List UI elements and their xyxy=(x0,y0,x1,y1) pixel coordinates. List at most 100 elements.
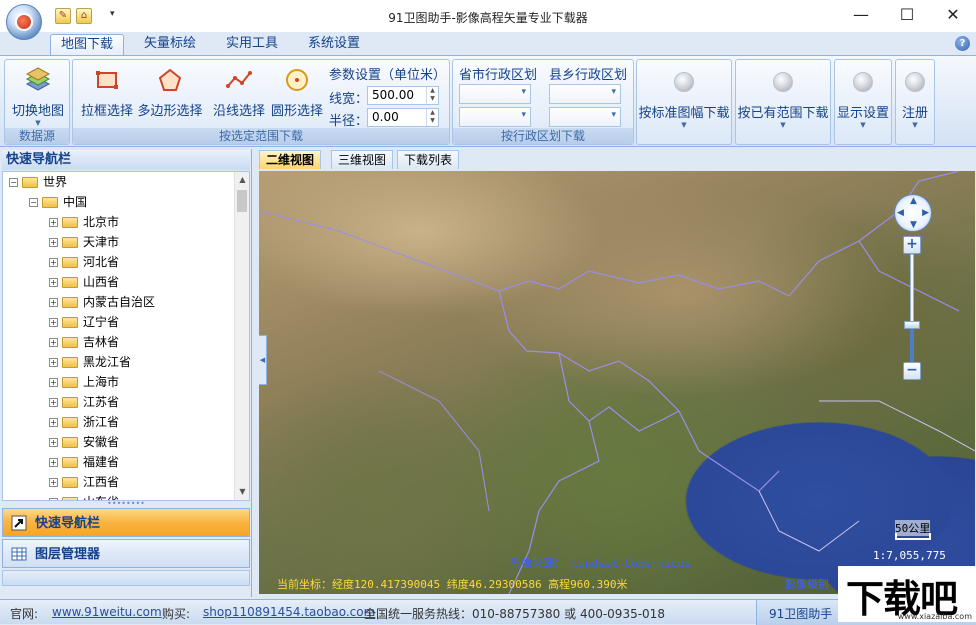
tree-label: 中国 xyxy=(63,195,88,209)
tree-node-province[interactable]: + 江苏省 xyxy=(49,392,119,412)
circle-select-button[interactable]: 圆形选择 xyxy=(269,64,325,119)
expand-icon[interactable]: + xyxy=(49,458,58,467)
zoom-out-button[interactable]: − xyxy=(903,362,921,380)
pan-compass[interactable]: ▲ ▼ ◀ ▶ xyxy=(894,194,932,232)
expand-icon[interactable]: + xyxy=(49,278,58,287)
nav-footer xyxy=(2,570,250,586)
rect-select-button[interactable]: 拉框选择 xyxy=(77,64,137,119)
app-menu-orb[interactable] xyxy=(6,4,42,40)
tree-scrollbar[interactable]: ▲ ▼ xyxy=(234,172,249,500)
pan-down-icon[interactable]: ▼ xyxy=(910,220,917,230)
expand-icon[interactable]: + xyxy=(49,418,58,427)
folder-icon xyxy=(62,357,78,368)
tree-node-province[interactable]: + 天津市 xyxy=(49,232,119,252)
line-width-input[interactable]: 500.00 ▲ ▼ xyxy=(367,86,439,105)
chevron-down-icon: ▼ xyxy=(912,121,918,129)
tab-download-list[interactable]: 下载列表 xyxy=(397,150,460,169)
standard-sheet-download-button[interactable]: 按标准图幅下载 ▼ xyxy=(636,59,732,145)
scroll-down-icon[interactable]: ▼ xyxy=(235,484,249,500)
folder-open-icon xyxy=(22,177,38,188)
expand-icon[interactable]: + xyxy=(49,478,58,487)
pan-up-icon[interactable]: ▲ xyxy=(910,196,917,206)
spin-arrows-icon[interactable]: ▲ ▼ xyxy=(426,109,438,126)
tree-node-province[interactable]: + 内蒙古自治区 xyxy=(49,292,155,312)
tree-node-province[interactable]: + 福建省 xyxy=(49,452,119,472)
tree-node-province[interactable]: + 吉林省 xyxy=(49,332,119,352)
county-combo[interactable] xyxy=(549,84,621,104)
line-select-button[interactable]: 沿线选择 xyxy=(211,64,267,119)
standard-sheet-content: 按标准图幅下载 ▼ xyxy=(637,68,731,129)
tab-settings[interactable]: 系统设置 xyxy=(298,34,370,56)
maximize-button[interactable]: ☐ xyxy=(884,0,930,32)
town-combo[interactable] xyxy=(549,107,621,127)
zoom-in-button[interactable]: + xyxy=(903,236,921,254)
tab-map-download[interactable]: 地图下载 xyxy=(50,34,125,56)
tree-node-china[interactable]: − 中国 xyxy=(29,192,87,212)
help-icon[interactable]: ? xyxy=(955,36,970,51)
switch-map-label: 切换地图 xyxy=(11,104,64,119)
province-combo[interactable] xyxy=(459,84,531,104)
nav-quick-navigation[interactable]: 快速导航栏 xyxy=(2,508,250,537)
collapse-panel-handle[interactable]: ◀ xyxy=(259,335,267,385)
switch-map-button[interactable]: 切换地图 ▼ xyxy=(9,64,67,127)
polygon-select-button[interactable]: 多边形选择 xyxy=(135,64,205,119)
watermark-url: www.xiazaiba.com xyxy=(897,612,972,621)
expand-icon[interactable]: + xyxy=(49,398,58,407)
expand-icon[interactable]: + xyxy=(49,218,58,227)
pan-left-icon[interactable]: ◀ xyxy=(897,208,904,218)
expand-icon[interactable]: + xyxy=(49,438,58,447)
minimize-button[interactable]: — xyxy=(838,0,884,32)
expand-icon[interactable]: + xyxy=(49,338,58,347)
pan-right-icon[interactable]: ▶ xyxy=(922,208,929,218)
expand-icon[interactable]: + xyxy=(49,318,58,327)
existing-range-download-button[interactable]: 按已有范围下载 ▼ xyxy=(735,59,831,145)
scroll-up-icon[interactable]: ▲ xyxy=(235,172,249,188)
spin-arrows-icon[interactable]: ▲ ▼ xyxy=(426,87,438,104)
expand-icon[interactable]: + xyxy=(49,378,58,387)
register-button[interactable]: 注册 ▼ xyxy=(895,59,935,145)
collapse-icon[interactable]: − xyxy=(9,178,18,187)
radius-input[interactable]: 0.00 ▲ ▼ xyxy=(367,108,439,127)
expand-icon[interactable]: + xyxy=(49,358,58,367)
tab-vector-plot[interactable]: 矢量标绘 xyxy=(134,34,206,56)
collapse-icon[interactable]: − xyxy=(29,198,38,207)
tree-node-province[interactable]: + 河北省 xyxy=(49,252,119,272)
display-settings-button[interactable]: 显示设置 ▼ xyxy=(834,59,892,145)
close-button[interactable]: ✕ xyxy=(930,0,976,32)
region-tree[interactable]: − 世界 − 中国 + 北京市 + 天津市 + 河北省 + 山西省 + 内蒙古自治区 + 辽宁省 + 吉林省 +… xyxy=(2,171,250,501)
tab-tools[interactable]: 实用工具 xyxy=(216,34,288,56)
expand-icon[interactable]: + xyxy=(49,298,58,307)
group-label-admin: 按行政区划下载 xyxy=(453,128,633,144)
zoom-slider-thumb[interactable] xyxy=(904,321,920,329)
tree-node-province[interactable]: + 黑龙江省 xyxy=(49,352,131,372)
expand-icon[interactable]: + xyxy=(49,238,58,247)
expand-icon[interactable]: + xyxy=(49,258,58,267)
tree-node-world[interactable]: − 世界 xyxy=(9,172,67,192)
window-title: 91卫图助手-影像高程矢量专业下载器 xyxy=(388,11,588,25)
folder-icon xyxy=(62,437,78,448)
tree-node-province[interactable]: + 浙江省 xyxy=(49,412,119,432)
site-link[interactable]: www.91weitu.com xyxy=(52,605,162,619)
tree-node-province[interactable]: + 江西省 xyxy=(49,472,119,492)
tree-node-province[interactable]: + 辽宁省 xyxy=(49,312,119,332)
scroll-thumb[interactable] xyxy=(237,190,247,212)
nav-layer-manager[interactable]: 图层管理器 xyxy=(2,539,250,568)
expand-icon[interactable]: + xyxy=(49,498,58,500)
tree-node-province[interactable]: + 北京市 xyxy=(49,212,119,232)
tree-label: 世界 xyxy=(43,175,68,189)
tab-3d-view[interactable]: 三维视图 xyxy=(331,150,394,169)
folder-icon xyxy=(62,297,78,308)
map-view[interactable]: 影像来源： Landsat Copernicus 当前坐标：经度120.4173… xyxy=(259,171,975,594)
map-layers-icon xyxy=(25,67,51,91)
display-settings-content: 显示设置 ▼ xyxy=(835,68,891,129)
radius-value: 0.00 xyxy=(372,110,399,124)
shop-link[interactable]: shop110891454.taobao.com xyxy=(203,605,375,619)
circle-select-label: 圆形选择 xyxy=(270,104,323,119)
title-bar: ✎ ⌂ ▾ 91卫图助手-影像高程矢量专业下载器 — ☐ ✕ xyxy=(0,0,976,40)
folder-icon xyxy=(62,277,78,288)
tree-node-province[interactable]: + 安徽省 xyxy=(49,432,119,452)
tab-2d-view[interactable]: 二维视图 xyxy=(259,150,322,169)
tree-node-province[interactable]: + 上海市 xyxy=(49,372,119,392)
city-combo[interactable] xyxy=(459,107,531,127)
tree-node-province[interactable]: + 山西省 xyxy=(49,272,119,292)
